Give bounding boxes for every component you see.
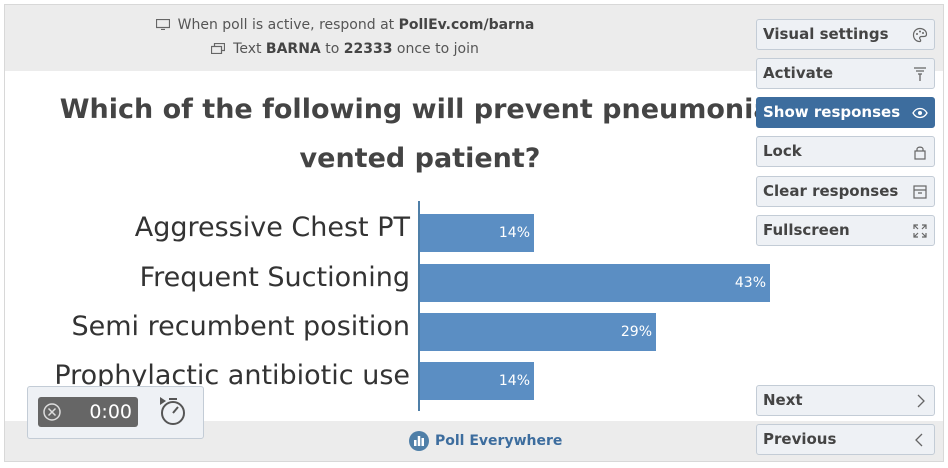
next-button[interactable]: Next [756, 385, 935, 416]
join-text-suffix: once to join [392, 41, 479, 57]
join-text-mid: to [320, 41, 344, 57]
poll-everywhere-logo: Poll Everywhere [409, 429, 562, 455]
join-url: PollEv.com/barna [398, 17, 535, 33]
bar-value-label: 14% [498, 225, 530, 241]
timer-display: 0:00 [38, 397, 138, 427]
next-label: Next [763, 391, 803, 409]
chevron-left-icon [915, 433, 923, 447]
palette-icon [912, 27, 928, 43]
join-keyword: BARNA [265, 41, 321, 57]
bar-value-label: 43% [734, 275, 766, 291]
question-line-1: Which of the following will prevent pneu… [59, 94, 791, 125]
message-icon [211, 43, 226, 54]
activate-button[interactable]: Activate [756, 58, 935, 89]
previous-label: Previous [763, 430, 837, 448]
start-timer-icon[interactable] [156, 395, 188, 427]
timer-widget: 0:00 [27, 386, 204, 439]
join-web-prefix: When poll is active, respond at [177, 17, 399, 33]
poll-slide: When poll is active, respond at PollEv.c… [4, 4, 944, 462]
expand-icon [913, 224, 927, 238]
show-responses-button[interactable]: Show responses [756, 97, 935, 128]
join-text-prefix: Text [233, 41, 266, 57]
visual-settings-label: Visual settings [763, 25, 889, 43]
fullscreen-button[interactable]: Fullscreen [756, 215, 935, 246]
lock-icon [914, 146, 926, 160]
question-title: Which of the following will prevent pneu… [45, 85, 805, 183]
show-responses-label: Show responses [763, 103, 901, 121]
previous-button[interactable]: Previous [756, 424, 935, 455]
fullscreen-label: Fullscreen [763, 221, 850, 239]
join-text-instruction: Text BARNA to 22333 once to join [5, 41, 685, 57]
timer-value: 0:00 [89, 401, 132, 423]
monitor-icon [155, 19, 170, 30]
category-label: Semi recumbent position [71, 311, 411, 342]
archive-icon [913, 185, 927, 199]
bar-value-label: 29% [620, 324, 652, 340]
logo-icon [409, 431, 429, 451]
lock-button[interactable]: Lock [756, 136, 935, 167]
visual-settings-button[interactable]: Visual settings [756, 19, 935, 50]
question-line-2: vented patient? [299, 143, 541, 174]
clear-responses-label: Clear responses [763, 182, 899, 200]
category-label: Frequent Suctioning [139, 262, 410, 293]
category-label: Aggressive Chest PT [134, 212, 410, 243]
activate-label: Activate [763, 64, 834, 82]
close-circle-icon[interactable] [42, 402, 62, 422]
brand-name: Poll Everywhere [435, 433, 563, 449]
broadcast-icon [914, 67, 926, 81]
join-number: 22333 [343, 41, 393, 57]
chevron-right-icon [917, 394, 925, 408]
eye-icon [912, 107, 928, 119]
clear-responses-button[interactable]: Clear responses [756, 176, 935, 207]
bar-value-label: 14% [498, 373, 530, 389]
lock-label: Lock [763, 142, 802, 160]
join-web-instruction: When poll is active, respond at PollEv.c… [5, 17, 685, 33]
